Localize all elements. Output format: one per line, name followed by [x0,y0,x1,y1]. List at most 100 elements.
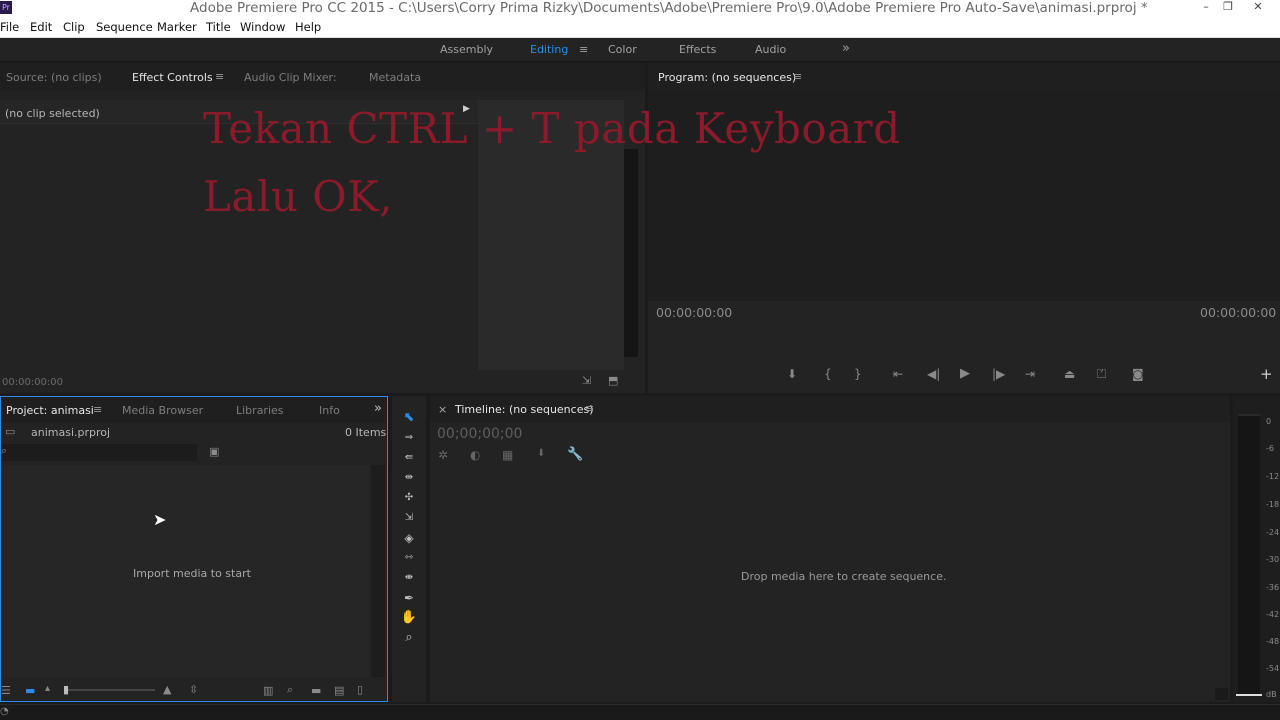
workspace-more-icon[interactable]: » [842,41,850,56]
effect-controls-menu-icon[interactable]: ≡ [215,70,224,83]
workspace-color[interactable]: Color [608,43,637,56]
render-icon[interactable]: ⬒ [608,374,618,387]
mark-in-icon[interactable]: { [824,367,832,381]
slip-tool-icon[interactable]: ⇿ [399,549,419,567]
menu-file[interactable]: File [0,20,19,34]
icon-view-icon[interactable]: ▬ [25,684,35,697]
timeline-close-icon[interactable]: × [438,403,447,416]
menu-help[interactable]: Help [295,20,321,34]
export-audio-icon[interactable]: ⇲ [582,374,591,387]
meter-label-36: -36 [1266,583,1280,592]
menu-sequence[interactable]: Sequence [96,20,153,34]
marker-icon[interactable]: ⬇ [537,448,545,459]
import-media-text[interactable]: Import media to start [133,567,251,580]
zoom-large-icon[interactable]: ▲ [163,683,171,696]
selection-tool-icon[interactable]: ⬉ [399,409,419,427]
ripple-edit-tool-icon[interactable]: ⇚ [399,449,419,467]
add-marker-timeline-icon[interactable]: ▦ [502,448,513,462]
zoom-small-icon[interactable]: ▴ [45,683,50,694]
workspace-menu-icon[interactable]: ≡ [579,43,588,56]
project-scrollbar[interactable] [371,465,385,677]
menu-clip[interactable]: Clip [63,20,85,34]
tab-source[interactable]: Source: (no clips) [6,71,102,84]
tab-timeline[interactable]: Timeline: (no sequences) [455,403,594,416]
track-select-forward-icon[interactable]: ⇲ [399,509,419,527]
go-to-out-icon[interactable]: ⇥ [1025,367,1035,381]
menu-bar: File Edit Clip Sequence Marker Title Win… [0,17,1280,38]
tab-program[interactable]: Program: (no sequences) [658,71,796,84]
hand-tool-icon[interactable]: ✋ [399,609,419,627]
window-title: Adobe Premiere Pro CC 2015 - C:\Users\Co… [190,0,1148,16]
slide-tool-icon[interactable]: ⇼ [399,569,419,587]
workspace-audio[interactable]: Audio [755,43,786,56]
meter-label-48: -48 [1266,637,1280,646]
program-menu-icon[interactable]: ≡ [793,70,802,83]
zoom-slider-handle[interactable]: ▮ [63,683,69,696]
automate-to-sequence-icon[interactable]: ▥ [263,684,273,697]
tab-libraries[interactable]: Libraries [236,404,284,417]
audio-meter-bar [1238,414,1260,694]
tab-media-browser[interactable]: Media Browser [122,404,203,417]
pen-tool-icon[interactable]: ✒ [399,589,419,607]
find-icon[interactable]: ⌕ [287,683,293,697]
workspace-editing[interactable]: Editing [530,43,568,56]
workspace-effects[interactable]: Effects [679,43,716,56]
add-marker-icon[interactable]: ⬇ [787,367,797,381]
meter-label-12: -12 [1266,472,1280,481]
new-bin-icon[interactable]: ▬ [311,684,321,697]
audio-meter-baseline [1236,694,1262,696]
extract-icon[interactable]: ⏍ [1097,367,1106,382]
overlay-instruction-line1: Tekan CTRL + T pada Keyboard [203,104,901,153]
timeline-menu-icon[interactable]: ≡ [585,402,594,415]
timeline-scroll-corner[interactable] [1215,688,1228,700]
project-menu-icon[interactable]: ≡ [93,403,102,416]
linked-selection-icon[interactable]: ◐ [470,448,480,462]
project-folder-icon: ▭ [5,425,16,438]
workspace-assembly[interactable]: Assembly [440,43,493,56]
effect-controls-timecode: 00:00:00:00 [2,377,64,388]
effect-controls-scrollbar[interactable] [624,149,638,357]
mark-out-icon[interactable]: } [854,367,862,381]
rate-stretch-tool-icon[interactable]: ✣ [399,489,419,507]
new-item-icon[interactable]: ▤ [334,684,344,697]
timeline-header: × Timeline: (no sequences) ≡ [430,396,1230,422]
zoom-slider[interactable] [65,689,155,691]
snap-icon[interactable]: ✲ [438,448,448,462]
menu-window[interactable]: Window [240,20,285,34]
wrench-icon[interactable]: 🔧 [567,447,583,462]
tab-metadata[interactable]: Metadata [369,71,421,84]
search-icon: ⌕ [1,444,8,457]
tab-project[interactable]: Project: animasi [6,404,94,417]
tab-effect-controls[interactable]: Effect Controls [132,71,213,84]
tab-info[interactable]: Info [319,404,340,417]
trash-icon[interactable]: ▯ [357,683,363,696]
timeline-timecode[interactable]: 00;00;00;00 [437,426,522,442]
tools-panel: ⬉ ⇒ ⇚ ⇹ ✣ ⇲ ◈ ⇿ ⇼ ✒ ✋ ⌕ [392,396,426,702]
menu-edit[interactable]: Edit [30,20,52,34]
lift-icon[interactable]: ⏏ [1064,367,1075,381]
menu-marker[interactable]: Marker [157,20,197,34]
project-more-icon[interactable]: » [374,401,382,416]
step-back-icon[interactable]: ◀| [927,367,940,381]
export-frame-icon[interactable]: ◙ [1132,367,1144,381]
sort-icon[interactable]: ⇳ [189,683,198,696]
project-search-input[interactable]: ⌕ [1,444,197,461]
new-search-bin-icon[interactable]: ▣ [209,445,219,458]
track-select-tool-icon[interactable]: ⇒ [399,429,419,447]
list-view-icon[interactable]: ☰ [1,684,11,697]
play-icon[interactable]: ▶ [960,366,970,381]
step-forward-icon[interactable]: |▶ [992,367,1005,381]
razor-tool-icon[interactable]: ◈ [399,529,419,547]
zoom-tool-icon[interactable]: ⌕ [399,629,419,647]
title-bar: Pr Adobe Premiere Pro CC 2015 - C:\Users… [0,0,1280,17]
rolling-edit-tool-icon[interactable]: ⇹ [399,469,419,487]
go-to-in-icon[interactable]: ⇤ [893,367,903,381]
effect-controls-header: Source: (no clips) Effect Controls ≡ Aud… [0,63,645,91]
close-button[interactable]: ✕ [1244,0,1272,16]
project-header: Project: animasi ≡ Media Browser Librari… [1,397,387,423]
button-editor-icon[interactable]: + [1260,365,1273,383]
tab-audio-clip-mixer[interactable]: Audio Clip Mixer: [244,71,337,84]
workspace-bar: Assembly Editing ≡ Color Effects Audio » [0,38,1280,62]
menu-title[interactable]: Title [206,20,231,34]
restore-button[interactable]: ❐ [1214,0,1242,16]
